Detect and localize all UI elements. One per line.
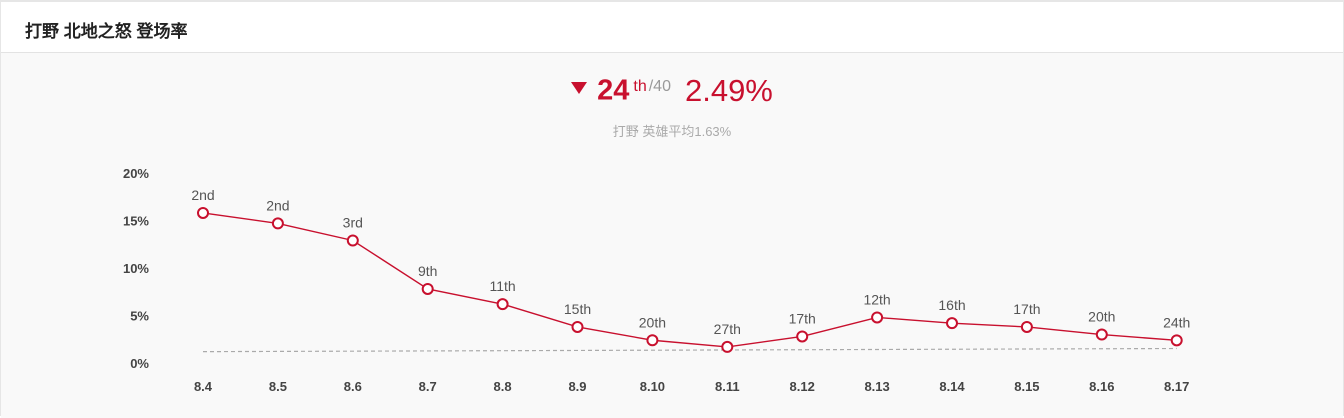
x-tick-label: 8.8 (494, 379, 512, 394)
rank-label: 12th (863, 291, 890, 307)
usage-rate-panel: 打野 北地之怒 登场率 24th/40 2.49% 打野 英雄平均1.63% 20… (0, 0, 1344, 418)
rank-label: 3rd (343, 215, 363, 231)
data-point (646, 334, 659, 347)
rank-label: 20th (1088, 309, 1115, 325)
x-tick-label: 8.10 (640, 379, 665, 394)
x-tick-label: 8.7 (419, 379, 437, 394)
data-point (496, 298, 509, 311)
x-tick-label: 8.12 (790, 379, 815, 394)
y-tick-label: 20% (123, 166, 149, 181)
x-tick-label: 8.16 (1089, 379, 1114, 394)
x-tick-label: 8.4 (194, 379, 213, 394)
data-point (421, 282, 434, 295)
rank-label: 11th (489, 278, 515, 294)
y-tick-label: 10% (123, 261, 149, 276)
x-tick-label: 8.9 (568, 379, 586, 394)
rank-label: 17th (1013, 301, 1040, 317)
data-point (197, 206, 209, 219)
rank-label: 2nd (266, 197, 289, 213)
x-tick-label: 8.15 (1014, 379, 1039, 394)
x-tick-label: 8.14 (939, 379, 965, 394)
rank-label: 24th (1163, 314, 1190, 330)
x-tick-label: 8.6 (344, 379, 362, 394)
usage-rate-line-chart: 20% 15% 10% 5% 0% 8.4 8.5 8.6 8.7 8.8 8.9 8.10 8.11 8… (123, 166, 1190, 394)
data-point (796, 330, 809, 343)
rank-label: 15th (564, 301, 591, 317)
rank-label: 16th (938, 297, 965, 313)
data-point (1020, 320, 1033, 333)
y-tick-label: 5% (130, 309, 149, 324)
data-point (571, 320, 584, 333)
data-point (871, 311, 884, 324)
x-tick-label: 8.17 (1164, 379, 1189, 394)
rank-label: 2nd (191, 187, 214, 203)
data-point (946, 317, 958, 330)
y-tick-label: 15% (123, 214, 149, 229)
data-point (271, 217, 284, 230)
data-point (721, 340, 734, 353)
x-tick-label: 8.11 (715, 379, 740, 394)
rank-label: 27th (714, 321, 741, 337)
x-tick-label: 8.13 (864, 379, 889, 394)
data-point (1170, 334, 1183, 347)
x-tick-label: 8.5 (269, 379, 287, 394)
rank-label: 17th (789, 310, 816, 326)
y-tick-label: 0% (130, 356, 149, 371)
data-point (346, 234, 359, 247)
average-line (202, 347, 1177, 353)
rank-label: 9th (418, 263, 437, 279)
data-point (1095, 328, 1108, 341)
rank-label: 20th (639, 314, 666, 330)
